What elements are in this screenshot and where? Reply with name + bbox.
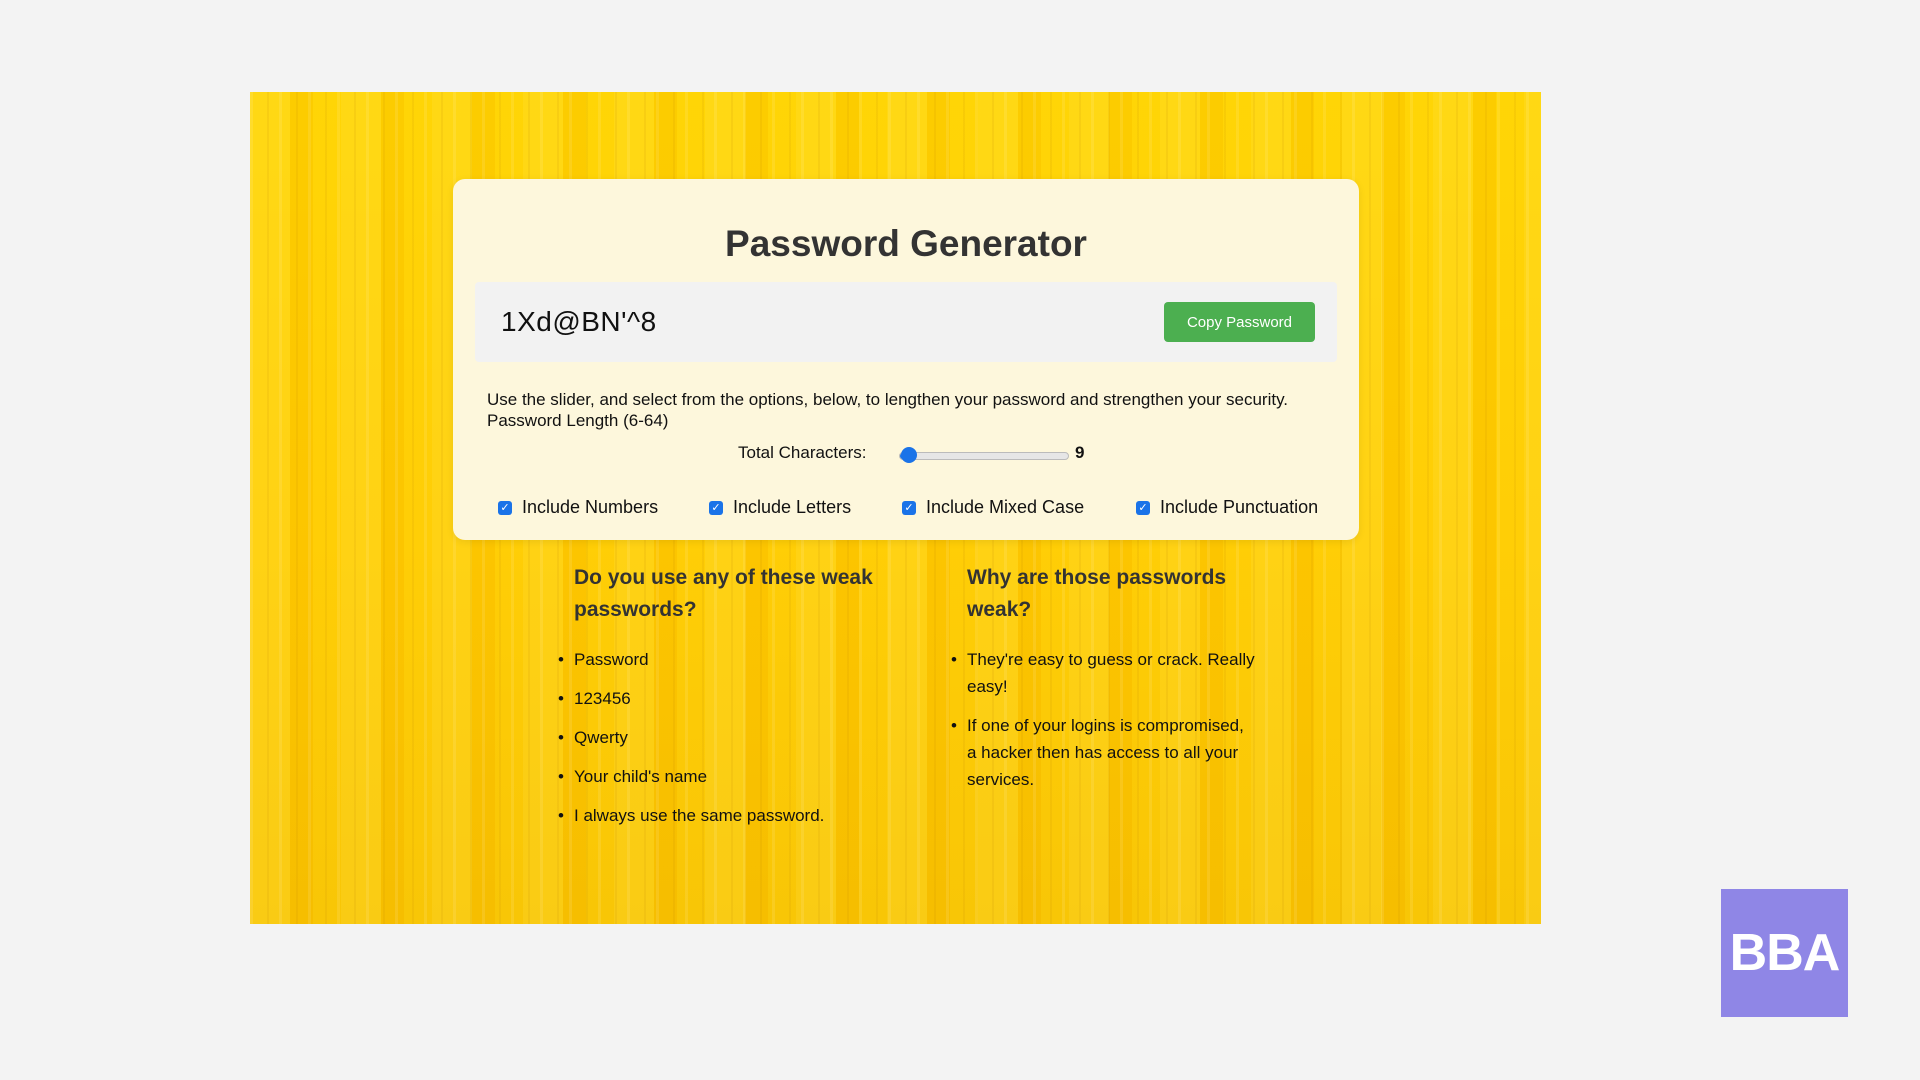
generated-password[interactable]: 1Xd@BN'^8 [501, 306, 657, 338]
length-value: 9 [1075, 443, 1085, 462]
list-item: • 123456 [558, 689, 631, 708]
option-label: Include Punctuation [1160, 497, 1319, 517]
weak-passwords-list: • Password • 123456 • Qwerty • Your child's … [558, 646, 874, 829]
length-slider[interactable] [899, 447, 1069, 463]
checkbox-checked-icon[interactable]: ✓ [1136, 500, 1150, 515]
copy-password-button[interactable]: Copy Password [1164, 302, 1315, 342]
slider-label: Total Characters: [738, 443, 867, 462]
instructions-text: Use the slider, and select from the opti… [487, 390, 1289, 430]
list-item: • Qwerty [558, 728, 628, 747]
checkbox-checked-icon[interactable]: ✓ [902, 500, 916, 515]
password-display: 1Xd@BN'^8 Copy Password [475, 282, 1337, 362]
options-row: ✓ Include Numbers ✓ Include Letters ✓ In… [453, 497, 1359, 521]
option-label: Include Letters [733, 497, 852, 517]
weak-passwords-heading: Do you use any of these weak passwords? [574, 566, 873, 621]
list-item: • If one of your logins is compromised, a… [951, 716, 1244, 789]
weak-passwords-section: Do you use any of these weak passwords? … [558, 562, 874, 841]
option-include-mixed-case[interactable]: ✓ Include Mixed Case [902, 497, 1084, 518]
length-slider-row: Total Characters: 9 [453, 441, 1359, 467]
list-item: • I always use the same password. [558, 806, 825, 825]
yellow-background-panel: Password Generator 1Xd@BN'^8 Copy Passwo… [250, 92, 1541, 924]
option-include-letters[interactable]: ✓ Include Letters [709, 497, 851, 518]
checkbox-checked-icon[interactable]: ✓ [498, 500, 512, 515]
option-label: Include Numbers [522, 497, 659, 517]
page-title: Password Generator [725, 223, 1087, 264]
generator-card: Password Generator 1Xd@BN'^8 Copy Passwo… [453, 179, 1359, 540]
checkbox-checked-icon[interactable]: ✓ [709, 500, 723, 515]
list-item: • Your child's name [558, 767, 708, 786]
option-include-numbers[interactable]: ✓ Include Numbers [498, 497, 658, 518]
slider-thumb[interactable] [900, 447, 917, 463]
why-weak-list: • They're easy to guess or crack. Really … [951, 646, 1257, 793]
option-include-punctuation[interactable]: ✓ Include Punctuation [1136, 497, 1318, 518]
list-item: • They're easy to guess or crack. Really … [951, 650, 1255, 696]
list-item: • Password [558, 650, 649, 669]
logo-text: BBA [1729, 924, 1841, 982]
option-label: Include Mixed Case [926, 497, 1085, 517]
why-weak-section: Why are those passwords weak? • They're e… [951, 562, 1257, 805]
bba-logo: BBA [1721, 889, 1848, 1017]
why-weak-heading: Why are those passwords weak? [967, 566, 1227, 621]
